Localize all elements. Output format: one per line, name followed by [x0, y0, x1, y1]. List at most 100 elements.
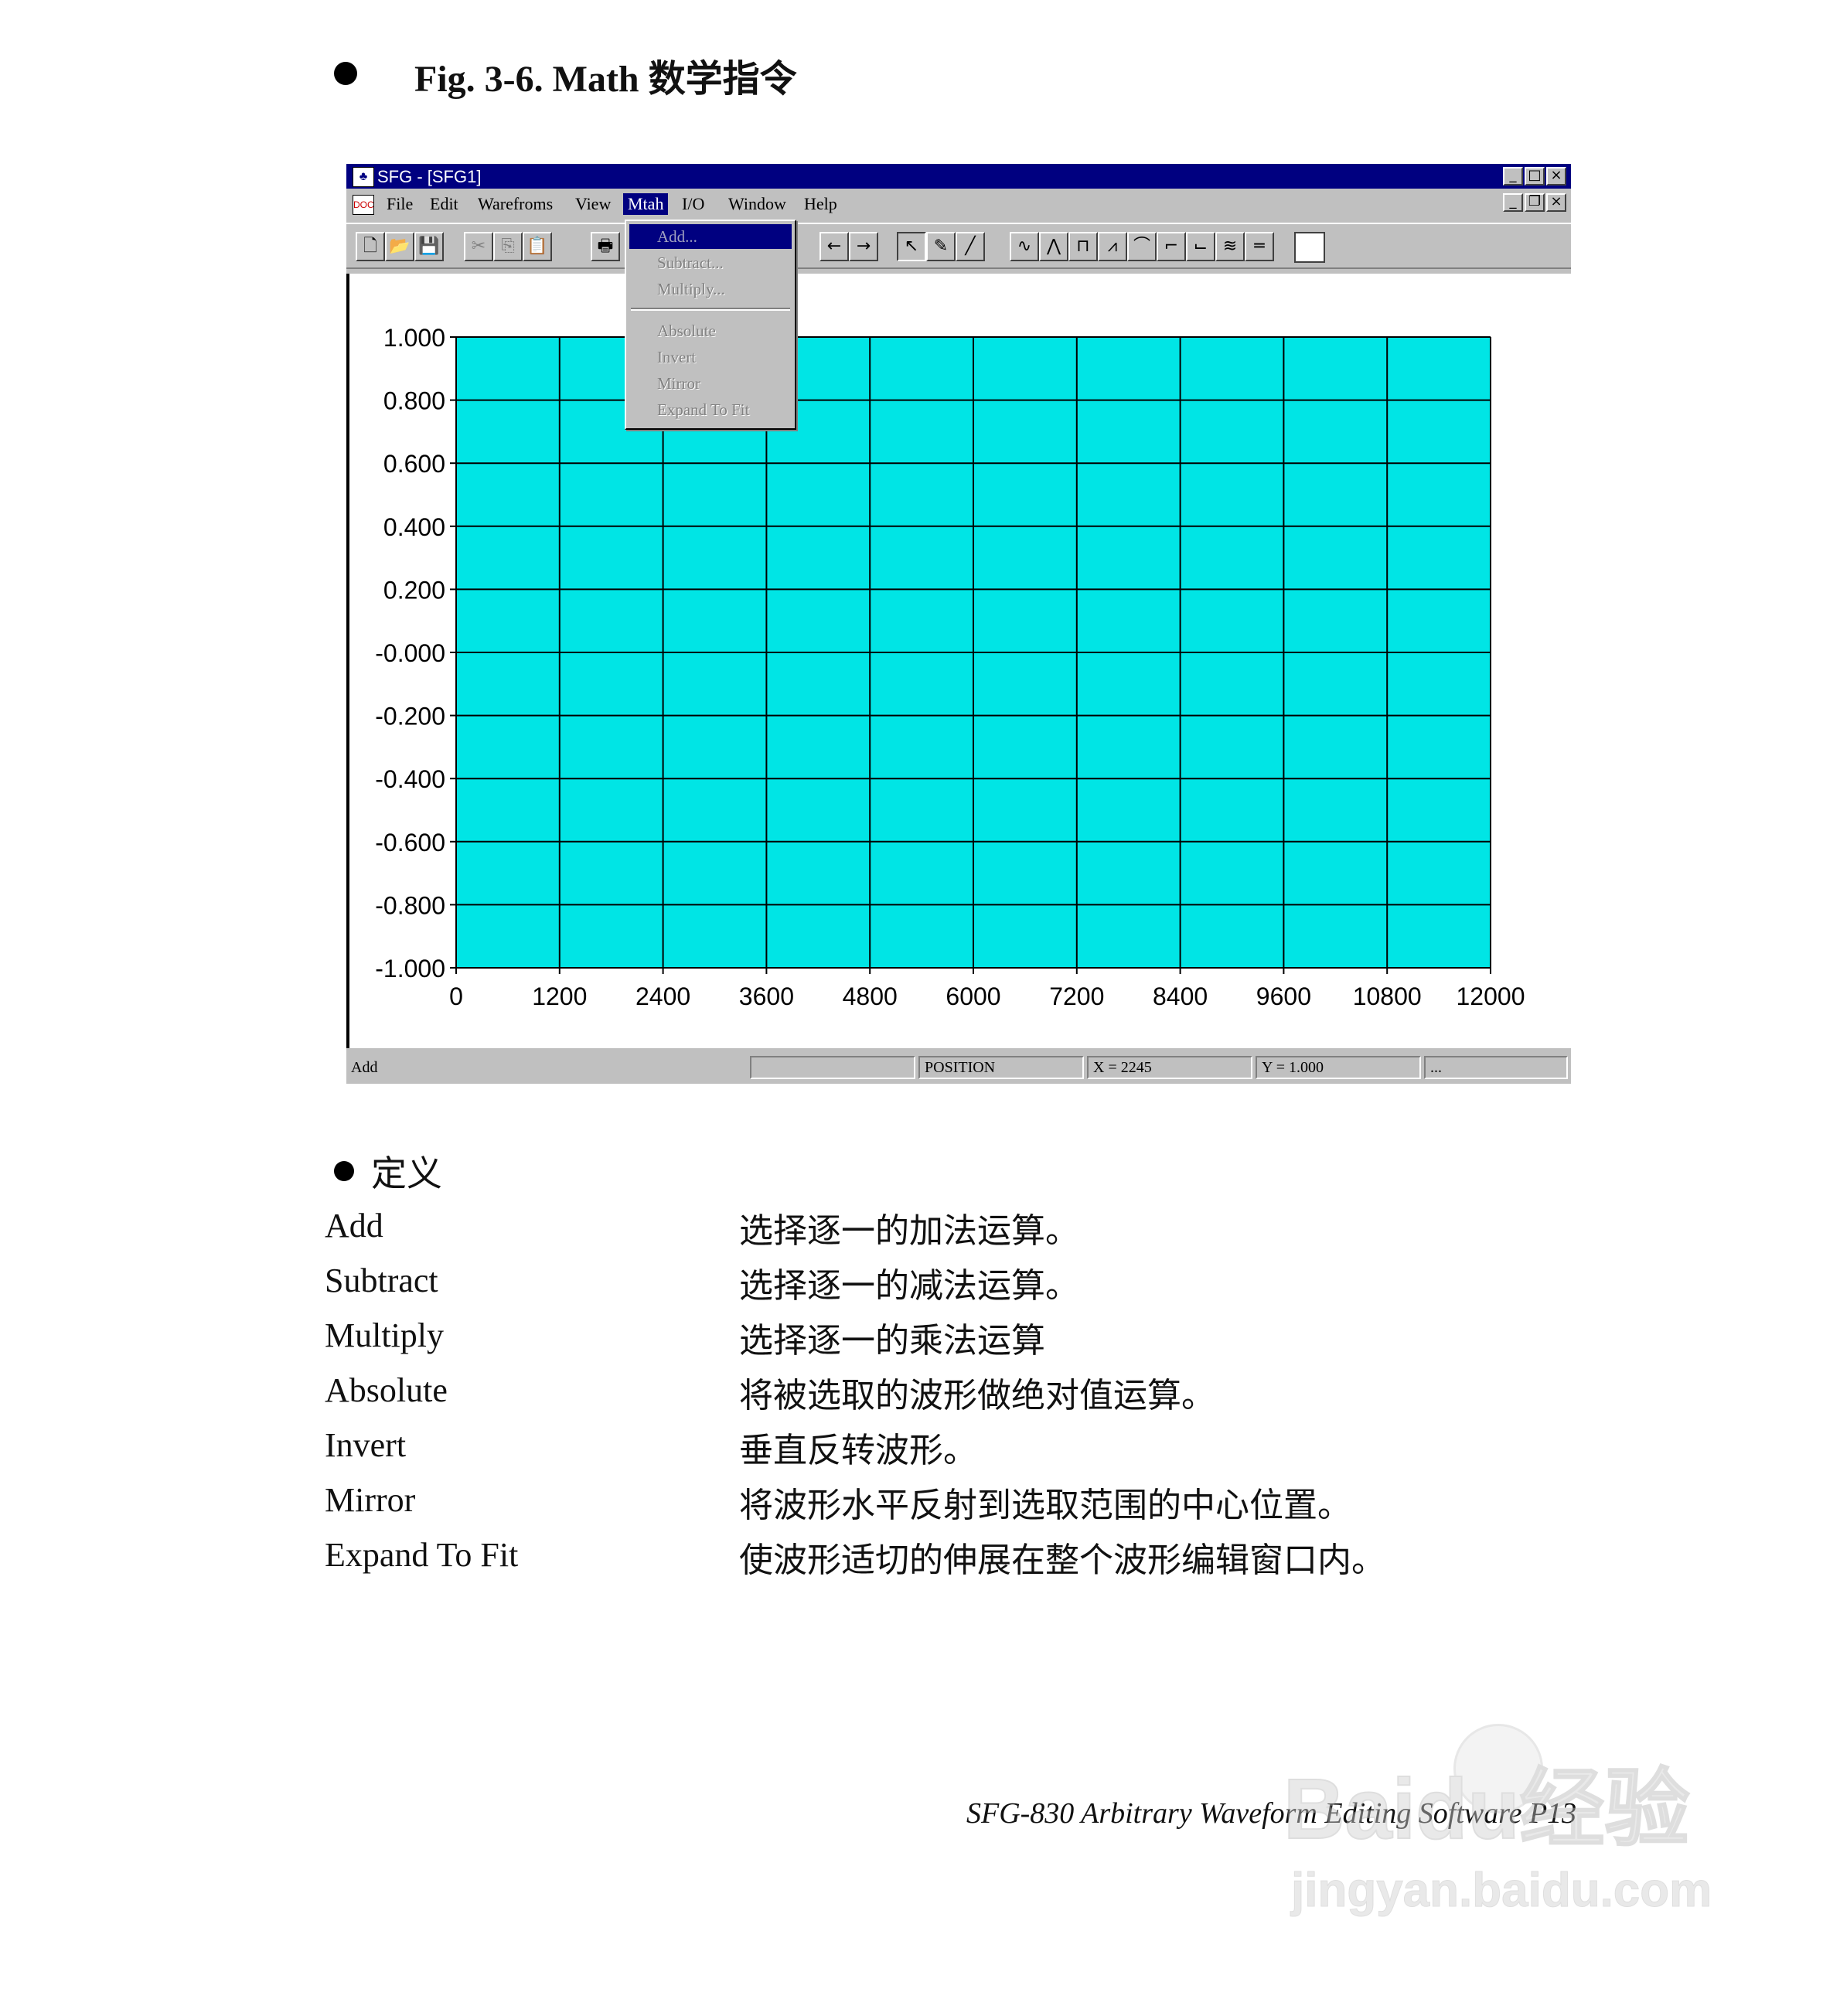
menu-bar: DOC File Edit Warefroms View Mtah I/O Wi… — [346, 190, 1571, 218]
menu-edit[interactable]: Edit — [425, 193, 463, 215]
definition-term: Subtract — [325, 1262, 438, 1299]
print-icon[interactable]: 🖶 — [591, 232, 620, 261]
sawtooth-icon[interactable]: ⩘ — [1098, 232, 1127, 261]
y-tick-label: -0.800 — [375, 891, 445, 919]
definition-desc: 将被选取的波形做绝对值运算。 — [739, 1376, 1215, 1415]
x-tick-label: 9600 — [1256, 982, 1311, 1010]
doc-close-button[interactable]: × — [1546, 193, 1566, 212]
toolbar: 🗋 📂 💾 ✂ ⎘ 📋 🖶 ← → ↖ ✎ ╱ ∿ ⋀ ⊓ ⩘ ⌒ ⌐ ⌙ ≋ … — [346, 223, 1571, 269]
save-icon[interactable]: 💾 — [414, 232, 444, 261]
definition-desc: 垂直反转波形。 — [739, 1431, 977, 1470]
status-message: Add — [351, 1059, 378, 1076]
menu-help[interactable]: Help — [799, 193, 842, 215]
y-tick-label: -0.400 — [375, 765, 445, 793]
menu-math[interactable]: Mtah — [623, 193, 669, 215]
definition-term: Add — [325, 1207, 383, 1245]
maximize-button[interactable]: □ — [1525, 167, 1545, 186]
x-tick-label: 0 — [449, 982, 463, 1010]
sine-icon[interactable]: ∿ — [1010, 232, 1039, 261]
waveform-chart[interactable]: 0 1200 2400 3600 4800 6000 7200 8400 9600 10800 12… — [349, 274, 1571, 1048]
arrow-right-icon[interactable]: → — [849, 232, 878, 261]
status-bar: Add POSITION X = 2245 Y = 1.000 ... — [346, 1051, 1571, 1082]
sfg-app-icon[interactable]: ♣ — [353, 167, 374, 187]
menu-item-multiply[interactable]: Multiply... — [629, 277, 792, 301]
menu-item-invert[interactable]: Invert — [629, 345, 792, 369]
definition-desc: 使波形适切的伸展在整个波形编辑窗口内。 — [739, 1541, 1385, 1580]
document-icon[interactable]: DOC — [353, 195, 374, 215]
status-empty-cell — [750, 1056, 915, 1079]
x-tick-label: 2400 — [635, 982, 690, 1010]
menu-io[interactable]: I/O — [677, 193, 709, 215]
exp-fall-icon[interactable]: ⌙ — [1186, 232, 1215, 261]
close-button[interactable]: × — [1546, 167, 1566, 186]
baidu-watermark: Baidu经验 jingyan.baidu.com — [1283, 1724, 1712, 1925]
y-tick-label: 0.200 — [383, 576, 445, 604]
dc-icon[interactable]: ═ — [1245, 232, 1274, 261]
figure-title: Fig. 3-6. Math 数学指令 — [414, 59, 797, 100]
new-icon[interactable]: 🗋 — [356, 232, 385, 261]
open-icon[interactable]: 📂 — [385, 232, 414, 261]
copy-icon[interactable]: ⎘ — [493, 232, 523, 261]
cut-icon[interactable]: ✂ — [464, 232, 493, 261]
pointer-icon[interactable]: ↖ — [897, 232, 926, 261]
menu-waveforms[interactable]: Warefroms — [473, 193, 557, 215]
menu-item-subtract[interactable]: Subtract... — [629, 250, 792, 275]
menu-item-expand-to-fit[interactable]: Expand To Fit — [629, 397, 792, 422]
y-tick-label: -0.200 — [375, 703, 445, 730]
menu-separator — [631, 308, 790, 311]
y-tick-label: -0.600 — [375, 829, 445, 856]
y-tick-label: 0.600 — [383, 450, 445, 478]
definition-term: Invert — [325, 1426, 407, 1464]
x-tick-label: 10800 — [1353, 982, 1422, 1010]
menu-item-mirror[interactable]: Mirror — [629, 371, 792, 396]
square-icon[interactable]: ⊓ — [1068, 232, 1098, 261]
definitions-title: 定义 — [371, 1153, 442, 1194]
x-tick-label: 8400 — [1153, 982, 1208, 1010]
x-tick-label: 4800 — [843, 982, 898, 1010]
definition-desc: 选择逐一的乘法运算 — [739, 1321, 1045, 1360]
app-window: ♣ SFG - [SFG1] _ □ × DOC File Edit Waref… — [346, 164, 1571, 1084]
doc-restore-button[interactable]: ❐ — [1525, 193, 1545, 212]
arrow-left-icon[interactable]: ← — [819, 232, 849, 261]
paste-icon[interactable]: 📋 — [523, 232, 552, 261]
menu-window[interactable]: Window — [724, 193, 791, 215]
x-tick-label: 6000 — [946, 982, 1000, 1010]
status-x-readout: X = 2245 — [1087, 1056, 1252, 1079]
minimize-button[interactable]: _ — [1503, 167, 1523, 186]
heading-bullet — [334, 62, 357, 85]
watermark-line1: Baidu经验 — [1283, 1761, 1691, 1858]
menu-item-absolute[interactable]: Absolute — [629, 318, 792, 343]
math-dropdown-menu: Add... Subtract... Multiply... Absolute … — [625, 220, 796, 430]
y-tick-label: -1.000 — [375, 955, 445, 982]
triangle-icon[interactable]: ⋀ — [1039, 232, 1068, 261]
definition-desc: 将波形水平反射到选取范围的中心位置。 — [739, 1486, 1351, 1525]
definitions-bullet — [334, 1161, 354, 1181]
y-tick-label: 0.400 — [383, 513, 445, 541]
sinc-icon[interactable]: ⌒ — [1127, 232, 1157, 261]
definition-term: Expand To Fit — [325, 1536, 519, 1574]
x-tick-label: 3600 — [739, 982, 794, 1010]
definition-desc: 选择逐一的减法运算。 — [739, 1266, 1079, 1306]
menu-item-add[interactable]: Add... — [629, 224, 792, 249]
color-swatch[interactable] — [1294, 232, 1325, 263]
definition-term: Multiply — [325, 1316, 445, 1354]
x-tick-label: 7200 — [1049, 982, 1104, 1010]
noise-icon[interactable]: ≋ — [1215, 232, 1245, 261]
definition-term: Mirror — [325, 1481, 416, 1519]
definition-term: Absolute — [325, 1371, 448, 1409]
status-y-readout: Y = 1.000 — [1256, 1056, 1421, 1079]
line-icon[interactable]: ╱ — [956, 232, 985, 261]
window-title: SFG - [SFG1] — [377, 167, 482, 186]
x-tick-label: 12000 — [1457, 982, 1525, 1010]
waveform-plot-area[interactable]: 0 1200 2400 3600 4800 6000 7200 8400 9600 10800 12… — [346, 274, 1571, 1048]
definition-desc: 选择逐一的加法运算。 — [739, 1211, 1079, 1251]
doc-minimize-button[interactable]: _ — [1503, 193, 1523, 212]
menu-file[interactable]: File — [382, 193, 417, 215]
menu-view[interactable]: View — [571, 193, 615, 215]
status-extra: ... — [1424, 1056, 1568, 1079]
watermark-line2: jingyan.baidu.com — [1290, 1864, 1712, 1918]
exp-rise-icon[interactable]: ⌐ — [1157, 232, 1186, 261]
title-bar[interactable]: ♣ SFG - [SFG1] _ □ × — [346, 164, 1571, 189]
status-position-label: POSITION — [918, 1056, 1084, 1079]
pencil-icon[interactable]: ✎ — [926, 232, 956, 261]
